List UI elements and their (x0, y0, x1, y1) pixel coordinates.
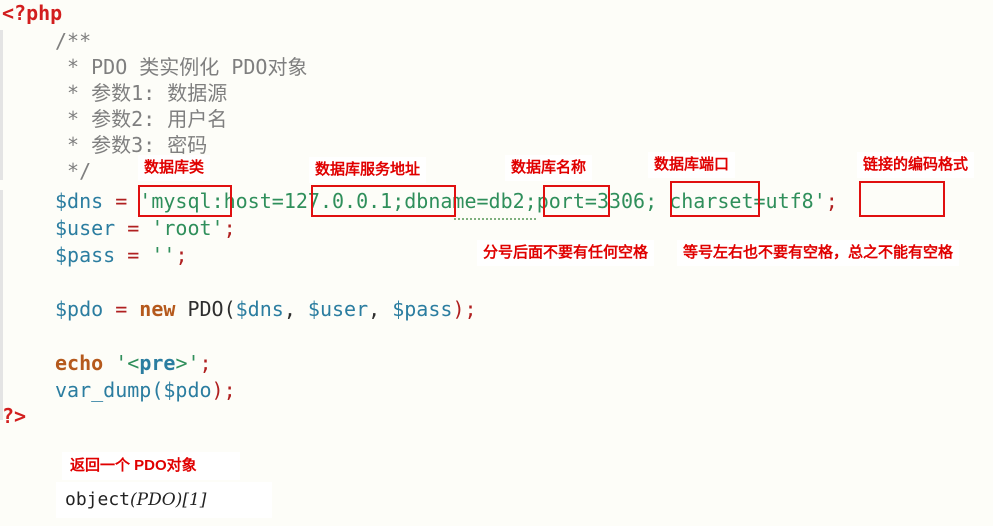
var-dump-function: var_dump( (55, 378, 164, 402)
annotation-db-port: 数据库端口 (648, 152, 736, 178)
php-open-tag: <?php (2, 1, 63, 25)
annotation-server-address: 数据库服务地址 (309, 157, 427, 183)
comment-line: /** (55, 29, 92, 53)
pdo-variable: $pdo (55, 297, 104, 321)
pdo-instantiation-line: $pdo = new PDO($dns, $user, $pass); (55, 296, 477, 323)
output-id: [1] (182, 490, 207, 510)
assign-operator: = (103, 189, 140, 213)
host-equals: = (271, 189, 284, 213)
highlight-box-host (311, 185, 456, 217)
arg-pass: $pass (392, 297, 453, 321)
assign-operator: = (115, 243, 152, 267)
echo-string-open: '< (115, 351, 140, 375)
comment-line: * 参数1: 数据源 (55, 81, 228, 105)
spellcheck-underline (454, 215, 536, 220)
assign-operator: = (115, 216, 152, 240)
dump-arg: $pdo (163, 378, 212, 402)
pass-assignment-line: $pass = ''; (55, 242, 187, 269)
highlight-box-charset (859, 181, 945, 217)
semicolon: ; (175, 243, 188, 267)
output-class: (PDO) (130, 490, 183, 510)
new-keyword: new (139, 297, 176, 321)
echo-line: echo '<pre>'; (55, 350, 212, 377)
comma: , (283, 297, 308, 321)
output-type: object (65, 489, 131, 510)
pass-value: '' (151, 243, 176, 267)
semicolon: ; (825, 189, 838, 213)
highlight-box-dbname (543, 185, 610, 217)
arg-user: $user (307, 297, 369, 321)
highlight-box-port (670, 181, 760, 217)
dbname-equals: = (476, 189, 489, 213)
result-caption: 返回一个 PDO对象 (62, 452, 240, 480)
echo-keyword: echo (55, 351, 104, 375)
annotation-no-space-semicolon: 分号后面不要有任何空格 (477, 240, 655, 266)
dbname-value: db2; (488, 189, 537, 213)
semicolon: ; (223, 216, 236, 240)
fold-guide (0, 190, 3, 420)
closing-paren: ); (211, 378, 236, 402)
annotation-charset: 链接的编码格式 (857, 152, 975, 178)
assign-operator: = (103, 297, 140, 321)
var-dump-output: object(PDO)[1] (56, 482, 272, 518)
annotation-db-type: 数据库类 (138, 155, 211, 181)
comment-line: * 参数2: 用户名 (55, 107, 228, 131)
user-value: 'root' (151, 216, 224, 240)
user-variable: $user (55, 216, 116, 240)
pass-variable: $pass (55, 243, 116, 267)
charset-value: utf8 (765, 189, 814, 213)
closing-paren: ); (452, 297, 477, 321)
comment-line: */ (55, 159, 92, 183)
highlight-box-driver (138, 185, 232, 217)
arg-dns: $dns (235, 297, 284, 321)
quote: ' (813, 189, 826, 213)
comma: , (368, 297, 393, 321)
annotation-no-space-equals: 等号左右也不要有空格，总之不能有空格 (677, 240, 960, 266)
echo-string-close: >' (175, 351, 200, 375)
pdo-class: PDO( (175, 297, 236, 321)
comment-line: * PDO 类实例化 PDO对象 (55, 55, 308, 79)
user-assignment-line: $user = 'root'; (55, 215, 236, 242)
dns-variable: $dns (55, 189, 104, 213)
php-close-tag: ?> (2, 404, 27, 428)
echo-pre-tag: pre (139, 351, 176, 375)
semicolon: ; (199, 351, 212, 375)
var-dump-line: var_dump($pdo); (55, 377, 236, 404)
fold-guide (0, 30, 3, 180)
annotation-db-name: 数据库名称 (505, 155, 593, 181)
